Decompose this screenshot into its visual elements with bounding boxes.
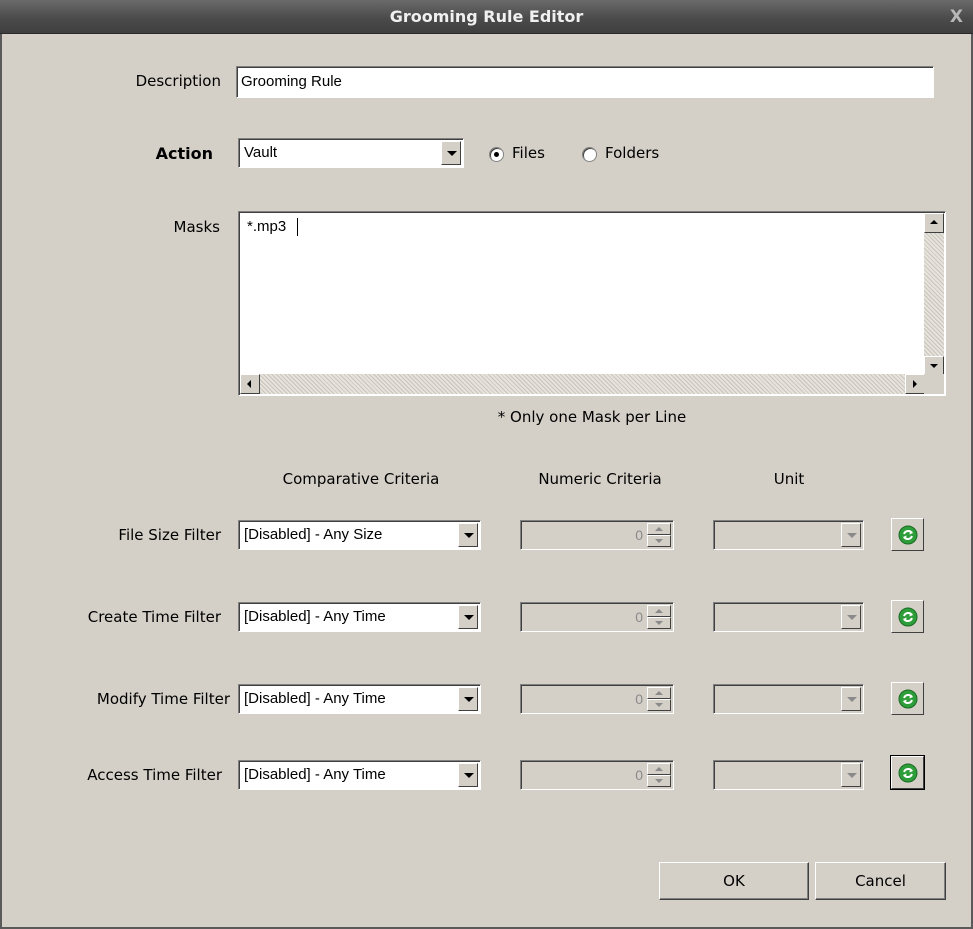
- access-time-comparative-value: [Disabled] - Any Time: [244, 766, 386, 783]
- masks-text: *.mp3: [247, 218, 287, 235]
- modify-time-refresh-button[interactable]: [891, 682, 924, 715]
- chevron-down-icon[interactable]: [458, 763, 478, 787]
- close-icon[interactable]: X: [950, 0, 963, 34]
- file-size-comparative-select[interactable]: [Disabled] - Any Size: [238, 520, 481, 550]
- access-time-filter-label: Access Time Filter: [87, 766, 222, 784]
- vertical-scrollbar[interactable]: [924, 213, 944, 376]
- refresh-icon: [898, 525, 918, 545]
- title-bar: Grooming Rule Editor X: [0, 0, 973, 34]
- description-label: Description: [135, 72, 221, 90]
- create-time-comparative-value: [Disabled] - Any Time: [244, 608, 386, 625]
- file-size-filter-label: File Size Filter: [118, 526, 221, 544]
- file-size-numeric-value: 0: [635, 527, 643, 543]
- masks-textarea[interactable]: *.mp3: [238, 211, 946, 396]
- access-time-refresh-button[interactable]: [890, 755, 925, 790]
- chevron-down-icon[interactable]: [841, 763, 861, 787]
- create-time-filter-label: Create Time Filter: [87, 608, 221, 626]
- masks-hint: * Only one Mask per Line: [497, 408, 687, 426]
- create-time-unit-select[interactable]: [713, 602, 864, 632]
- chevron-down-icon[interactable]: [458, 523, 478, 547]
- window-title: Grooming Rule Editor: [389, 7, 584, 26]
- scroll-down-icon[interactable]: [924, 356, 944, 376]
- modify-time-numeric-value: 0: [635, 691, 643, 707]
- access-time-numeric-value: 0: [635, 767, 643, 783]
- chevron-down-icon[interactable]: [441, 141, 461, 165]
- spin-down-icon[interactable]: [647, 535, 671, 547]
- spin-up-icon[interactable]: [647, 523, 671, 535]
- chevron-down-icon[interactable]: [458, 687, 478, 711]
- file-size-refresh-button[interactable]: [891, 518, 924, 551]
- spin-down-icon[interactable]: [647, 775, 671, 787]
- masks-label: Masks: [173, 218, 220, 236]
- column-comparative-criteria: Comparative Criteria: [282, 470, 440, 488]
- refresh-icon: [898, 763, 918, 783]
- ok-button[interactable]: OK: [659, 862, 809, 900]
- cancel-button[interactable]: Cancel: [815, 862, 946, 900]
- scroll-left-icon[interactable]: [240, 374, 260, 394]
- description-input[interactable]: Grooming Rule: [236, 66, 934, 98]
- chevron-down-icon[interactable]: [841, 523, 861, 547]
- modify-time-comparative-value: [Disabled] - Any Time: [244, 690, 386, 707]
- radio-files[interactable]: [489, 147, 504, 162]
- spin-down-icon[interactable]: [647, 617, 671, 629]
- access-time-comparative-select[interactable]: [Disabled] - Any Time: [238, 760, 481, 790]
- chevron-down-icon[interactable]: [841, 687, 861, 711]
- chevron-down-icon[interactable]: [458, 605, 478, 629]
- refresh-icon: [898, 689, 918, 709]
- modify-time-filter-label: Modify Time Filter: [96, 690, 230, 708]
- file-size-unit-select[interactable]: [713, 520, 864, 550]
- column-unit: Unit: [773, 470, 805, 488]
- scroll-up-icon[interactable]: [924, 213, 944, 233]
- column-numeric-criteria: Numeric Criteria: [538, 470, 662, 488]
- action-select-value: Vault: [244, 144, 278, 161]
- modify-time-numeric-stepper[interactable]: 0: [520, 684, 674, 714]
- scrollbar-corner: [924, 374, 944, 394]
- access-time-numeric-stepper[interactable]: 0: [520, 760, 674, 790]
- radio-folders-label[interactable]: Folders: [605, 144, 659, 162]
- create-time-refresh-button[interactable]: [891, 600, 924, 633]
- refresh-icon: [898, 607, 918, 627]
- access-time-unit-select[interactable]: [713, 760, 864, 790]
- scroll-right-icon[interactable]: [905, 374, 925, 394]
- text-caret: [297, 218, 298, 236]
- spin-up-icon[interactable]: [647, 687, 671, 699]
- file-size-comparative-value: [Disabled] - Any Size: [244, 526, 383, 543]
- file-size-numeric-stepper[interactable]: 0: [520, 520, 674, 550]
- spin-up-icon[interactable]: [647, 763, 671, 775]
- chevron-down-icon[interactable]: [841, 605, 861, 629]
- radio-folders[interactable]: [582, 147, 597, 162]
- create-time-numeric-stepper[interactable]: 0: [520, 602, 674, 632]
- radio-files-label[interactable]: Files: [512, 144, 545, 162]
- action-label: Action: [155, 144, 213, 163]
- spin-up-icon[interactable]: [647, 605, 671, 617]
- radio-selected-icon: [494, 152, 499, 157]
- action-select[interactable]: Vault: [238, 138, 464, 168]
- create-time-comparative-select[interactable]: [Disabled] - Any Time: [238, 602, 481, 632]
- spin-down-icon[interactable]: [647, 699, 671, 711]
- modify-time-comparative-select[interactable]: [Disabled] - Any Time: [238, 684, 481, 714]
- horizontal-scrollbar[interactable]: [240, 374, 925, 394]
- create-time-numeric-value: 0: [635, 609, 643, 625]
- modify-time-unit-select[interactable]: [713, 684, 864, 714]
